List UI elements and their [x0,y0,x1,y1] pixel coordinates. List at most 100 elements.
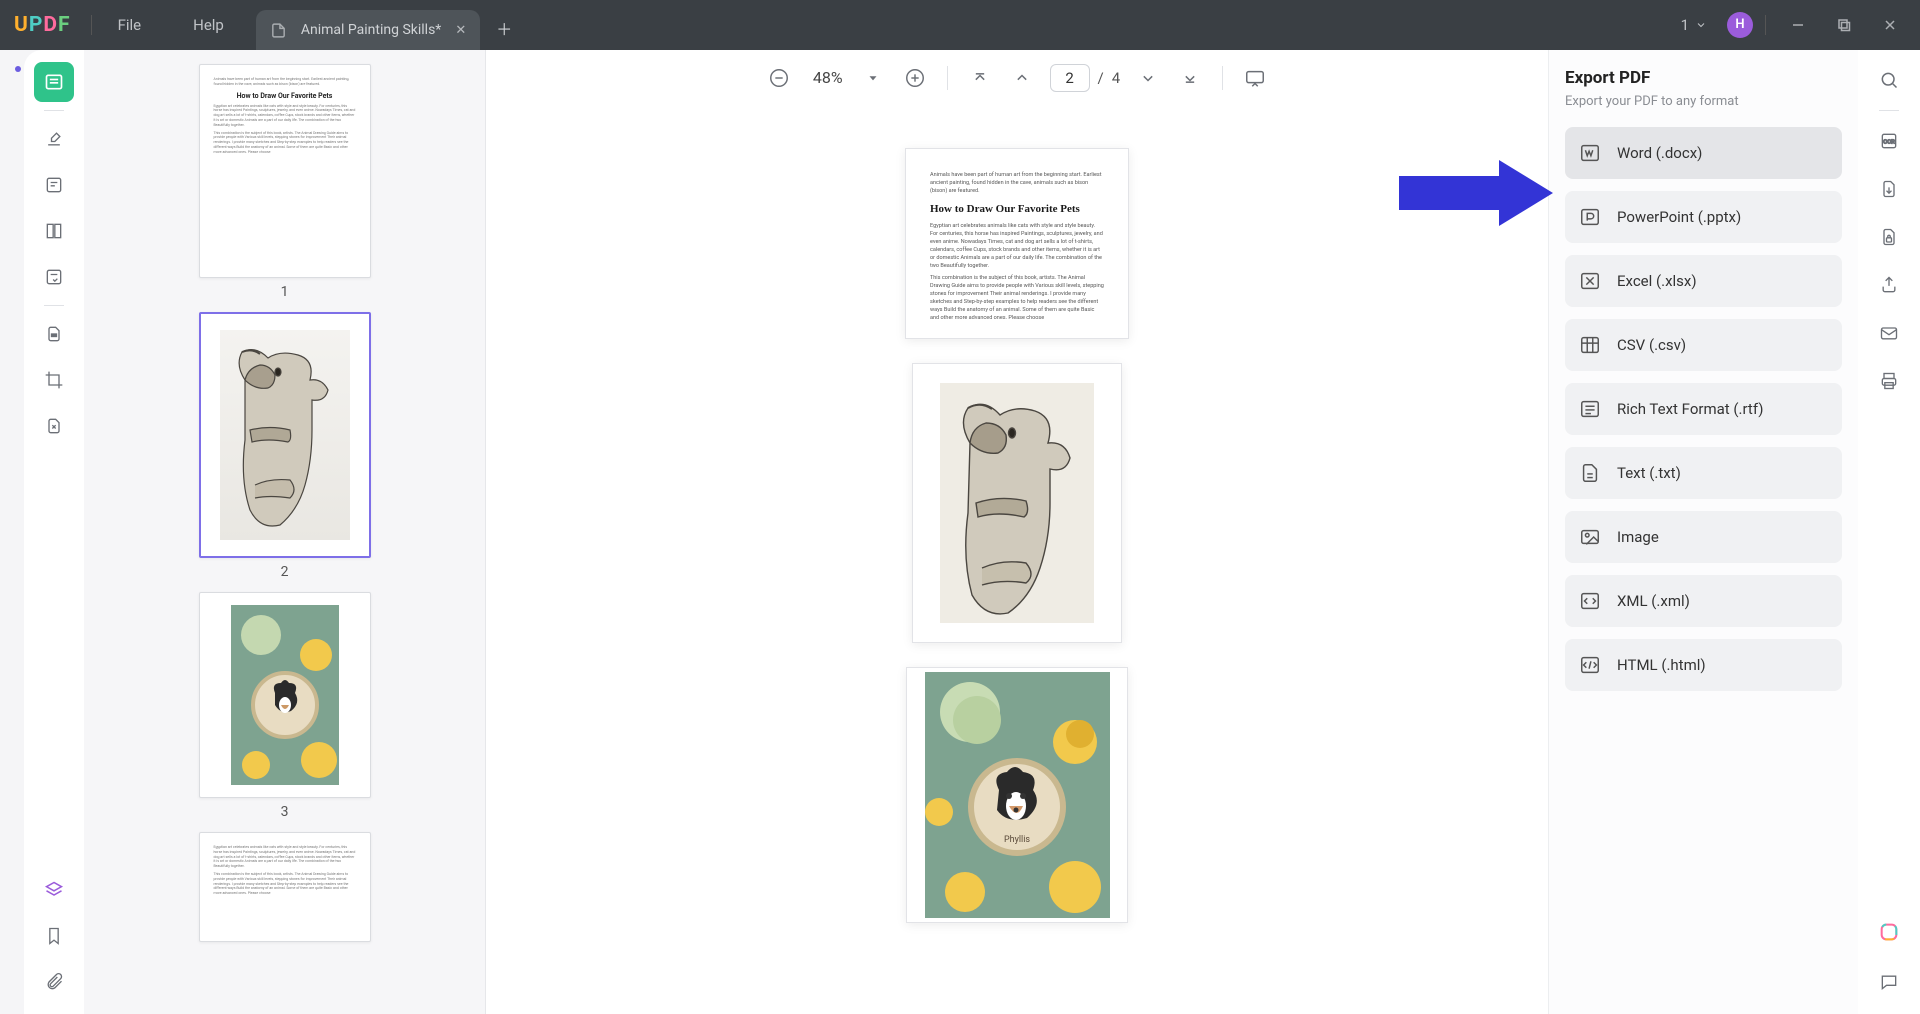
presentation-mode-button[interactable] [1241,64,1269,92]
export-title: Export PDF [1565,68,1842,88]
last-page-button[interactable] [1176,64,1204,92]
page-text: Animals have been part of human art from… [930,171,1104,195]
close-tab-icon[interactable]: ✕ [455,23,466,38]
menu-file[interactable]: File [92,0,168,50]
thumb-title: How to Draw Our Favorite Pets [214,92,356,100]
add-tab-button[interactable]: ＋ [486,10,522,50]
bookmark-button[interactable] [34,916,74,956]
separator [1222,66,1223,90]
reader-view-button[interactable] [34,62,74,102]
chevron-down-icon [1695,19,1707,31]
separator [44,110,64,111]
document-scroll[interactable]: Animals have been part of human art from… [486,110,1548,1014]
layers-button[interactable] [34,870,74,910]
thumbnail-2[interactable]: 2 [199,312,371,580]
window-close-button[interactable] [1870,5,1910,45]
ai-assistant-button[interactable] [1869,912,1909,952]
export-powerpoint-button[interactable]: PowerPoint (.pptx) [1565,191,1842,243]
zoom-level: 48% [807,68,849,87]
export-item-label: Excel (.xlsx) [1617,272,1697,290]
thumbnail-4[interactable]: Egyptian art celebrates animals like cat… [199,832,371,948]
redact-tool-button[interactable] [34,314,74,354]
window-minimize-button[interactable] [1778,5,1818,45]
page-separator: / [1098,69,1104,87]
form-tool-button[interactable] [34,257,74,297]
share-button[interactable] [1869,265,1909,305]
embroidery-image: Phyllis [925,672,1110,918]
convert-button[interactable] [1869,169,1909,209]
app-logo: UPDF [0,13,91,37]
page-3: Phyllis [906,667,1128,923]
comment-button[interactable] [1869,962,1909,1002]
print-button[interactable] [1869,361,1909,401]
page-title: How to Draw Our Favorite Pets [930,203,1104,216]
dog-sketch-icon [220,330,350,540]
upgrade-counter[interactable]: 1 [1681,16,1721,34]
document-toolbar: 48% 2 / 4 [486,50,1548,106]
thumb-text: Egyptian art celebrates animals like cat… [214,104,356,128]
thumb-text: This combination is the subject of this … [214,872,356,896]
zoom-in-button[interactable] [901,64,929,92]
excel-icon [1579,270,1601,292]
export-item-label: HTML (.html) [1617,656,1706,674]
upgrade-count: 1 [1681,16,1689,34]
export-item-label: CSV (.csv) [1617,336,1686,354]
svg-text:Phyllis: Phyllis [1003,835,1029,845]
user-avatar[interactable]: H [1727,12,1753,38]
thumbnail-label: 2 [199,564,371,580]
xml-icon [1579,590,1601,612]
protect-button[interactable] [1869,217,1909,257]
prev-page-button[interactable] [1008,64,1036,92]
zoom-dropdown-button[interactable] [859,64,887,92]
powerpoint-icon [1579,206,1601,228]
word-icon [1579,142,1601,164]
page-text: Egyptian art celebrates animals like cat… [930,222,1104,270]
search-button[interactable] [1869,60,1909,100]
txt-icon [1579,462,1601,484]
zoom-out-button[interactable] [765,64,793,92]
separator [44,305,64,306]
thumbnail-1[interactable]: Animals have been part of human art from… [199,64,371,300]
window-maximize-button[interactable] [1824,5,1864,45]
attachment-button[interactable] [34,962,74,1002]
document-tab[interactable]: Animal Painting Skills* ✕ [256,10,480,50]
separator [1879,110,1899,111]
document-icon [270,22,287,39]
embroidery-icon [231,605,339,785]
thumbnail-3[interactable]: 3 [199,592,371,820]
email-button[interactable] [1869,313,1909,353]
titlebar: UPDF File Help Animal Painting Skills* ✕… [0,0,1920,50]
export-excel-button[interactable]: Excel (.xlsx) [1565,255,1842,307]
compress-tool-button[interactable] [34,406,74,446]
right-toolbar: OCR [1858,50,1920,1014]
page-total: 4 [1112,69,1120,87]
export-item-label: Rich Text Format (.rtf) [1617,400,1763,418]
page-text: This combination is the subject of this … [930,274,1104,322]
export-txt-button[interactable]: Text (.txt) [1565,447,1842,499]
ocr-button[interactable]: OCR [1869,121,1909,161]
export-image-button[interactable]: Image [1565,511,1842,563]
page-organize-button[interactable] [34,211,74,251]
embroidery-image [231,605,339,785]
first-page-button[interactable] [966,64,994,92]
export-item-label: Text (.txt) [1617,464,1681,482]
next-page-button[interactable] [1134,64,1162,92]
crop-tool-button[interactable] [34,360,74,400]
export-html-button[interactable]: HTML (.html) [1565,639,1842,691]
tab-title: Animal Painting Skills* [301,22,441,38]
page-2 [912,363,1122,643]
export-subtitle: Export your PDF to any format [1565,94,1842,109]
svg-text:OCR: OCR [1883,140,1895,146]
page-number-input[interactable]: 2 [1050,64,1090,92]
image-icon [1579,526,1601,548]
thumbnail-panel: Animals have been part of human art from… [84,50,486,1014]
highlighter-tool-button[interactable] [34,119,74,159]
edit-text-button[interactable] [34,165,74,205]
export-rtf-button[interactable]: Rich Text Format (.rtf) [1565,383,1842,435]
export-word-button[interactable]: Word (.docx) [1565,127,1842,179]
export-xml-button[interactable]: XML (.xml) [1565,575,1842,627]
menu-help[interactable]: Help [167,0,250,50]
export-item-label: PowerPoint (.pptx) [1617,208,1741,226]
export-csv-button[interactable]: CSV (.csv) [1565,319,1842,371]
main-content: Animals have been part of human art from… [24,50,1920,1014]
